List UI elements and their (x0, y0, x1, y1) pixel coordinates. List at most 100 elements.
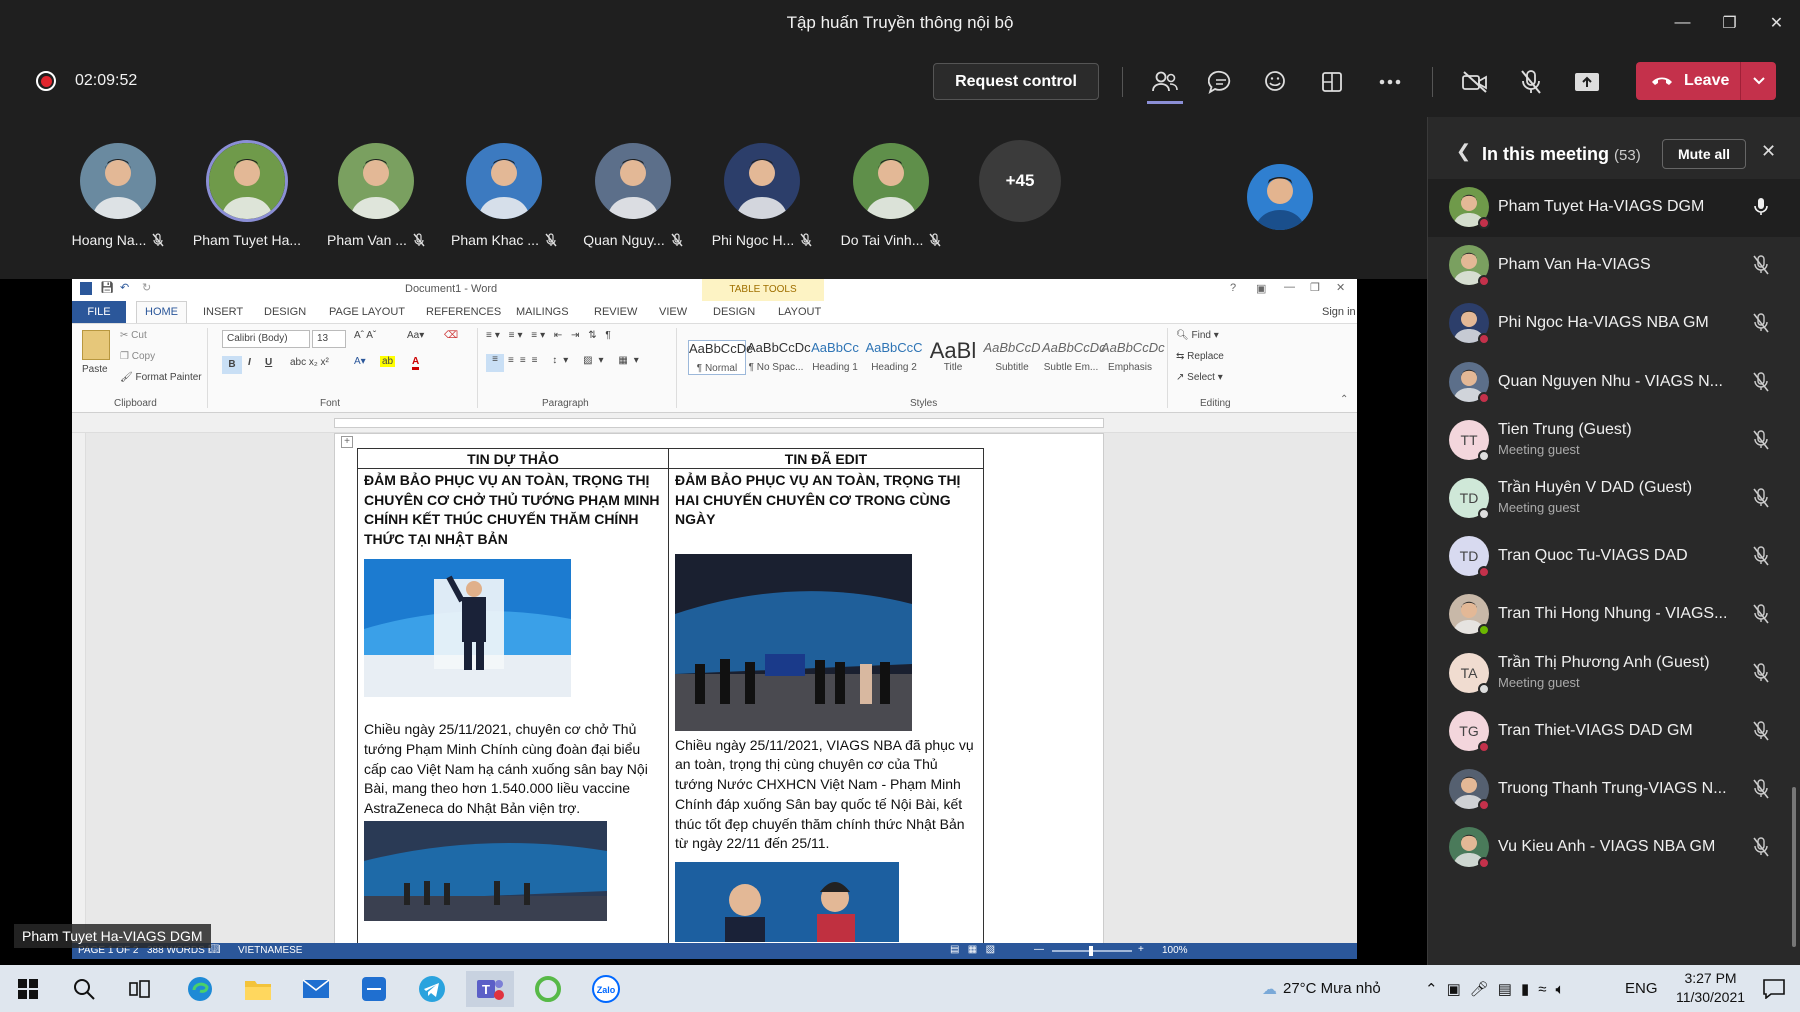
table-move-handle-icon[interactable]: + (341, 436, 353, 448)
zoom-in-icon[interactable]: + (1138, 944, 1144, 955)
underline-button[interactable]: U (265, 357, 272, 368)
people-list-item[interactable]: TD Tran Quoc Tu-VIAGS DAD (1428, 528, 1800, 586)
request-control-button[interactable]: Request control (933, 63, 1099, 100)
style-item[interactable]: AaBl Title (924, 340, 982, 374)
strikethrough-button[interactable]: abc x₂ x² (290, 357, 329, 368)
people-list-item[interactable]: Truong Thanh Trung-VIAGS N... (1428, 761, 1800, 819)
select-button[interactable]: ↗ Select ▾ (1176, 372, 1223, 383)
leave-dropdown-icon[interactable] (1740, 62, 1776, 100)
bold-button[interactable]: B (222, 356, 242, 374)
word-minimize-icon[interactable]: — (1284, 281, 1295, 293)
mail-icon[interactable] (292, 971, 340, 1007)
language[interactable]: VIETNAMESE (238, 945, 302, 956)
participant-tile[interactable]: Hoang Na... (53, 140, 183, 248)
participants-icon[interactable] (1145, 62, 1185, 102)
view-buttons[interactable]: ▤ ▦ ▧ (950, 944, 995, 955)
style-item[interactable]: AaBbCcDc ¶ No Spac... (747, 340, 811, 373)
tab-table-design[interactable]: DESIGN (713, 306, 755, 318)
people-list-item[interactable]: TD Trần Huyên V DAD (Guest) Meeting guest (1428, 470, 1800, 528)
tab-review[interactable]: REVIEW (594, 306, 637, 318)
input-language[interactable]: ENG (1625, 965, 1658, 1012)
text-effects-icon[interactable]: A▾ (354, 356, 366, 367)
mic-off-icon[interactable] (1511, 62, 1551, 102)
more-participants-button[interactable]: +45 (979, 140, 1061, 222)
weather-widget[interactable]: ☁ 27°C Mưa nhỏ (1262, 965, 1381, 1012)
edge-browser-icon[interactable] (176, 971, 224, 1007)
task-view-icon[interactable] (116, 971, 164, 1007)
zoom-level[interactable]: 100% (1162, 945, 1188, 956)
close-window-icon[interactable]: ✕ (1753, 0, 1800, 45)
tab-view[interactable]: VIEW (659, 306, 687, 318)
people-list-item[interactable]: Tran Thi Hong Nhung - VIAGS... (1428, 586, 1800, 644)
save-icon[interactable]: 💾︎ (100, 281, 114, 294)
tab-design[interactable]: DESIGN (264, 306, 306, 318)
participant-tile[interactable]: Pham Khac ... (439, 140, 569, 248)
style-item[interactable]: AaBbCcDc Subtle Em... (1042, 340, 1106, 373)
chat-icon[interactable] (1201, 62, 1241, 102)
participant-tile[interactable]: Quan Nguy... (568, 140, 698, 248)
tab-home[interactable]: HOME (136, 301, 187, 323)
change-case-icon[interactable]: Aa▾ (407, 330, 424, 341)
start-windows-icon[interactable] (4, 971, 52, 1007)
clear-format-icon[interactable]: ⌫ (444, 330, 458, 341)
leave-button[interactable]: Leave (1636, 62, 1776, 100)
tab-table-layout[interactable]: LAYOUT (778, 306, 821, 318)
zoom-out-icon[interactable]: — (1034, 944, 1044, 955)
tab-references[interactable]: REFERENCES (426, 306, 501, 318)
zoom-slider-thumb[interactable] (1089, 946, 1093, 956)
people-list-item[interactable]: TT Tien Trung (Guest) Meeting guest (1428, 412, 1800, 470)
format-painter-button[interactable]: 🖌︎ Format Painter (120, 372, 202, 383)
italic-button[interactable]: I (248, 357, 251, 368)
people-list-item[interactable]: Pham Tuyet Ha-VIAGS DGM (1428, 179, 1800, 237)
align-left-button[interactable]: ≡ (486, 354, 504, 372)
notifications-icon[interactable] (1750, 971, 1798, 1007)
redo-icon[interactable]: ↻ (142, 281, 151, 294)
cut-button[interactable]: ✂ Cut (120, 330, 147, 341)
people-list-scrollbar[interactable] (1792, 787, 1796, 947)
list-buttons[interactable]: ≡▾ ≡▾ ≡▾ ⇤ ⇥ ⇅ ¶ (486, 330, 614, 341)
maximize-icon[interactable]: ❐ (1706, 0, 1753, 45)
minimize-icon[interactable]: — (1659, 0, 1706, 45)
align-buttons[interactable]: ≡≡≡ ↕▾ ▨▾ ▦▾ (508, 355, 645, 366)
more-options-icon[interactable] (1370, 62, 1410, 102)
back-arrow-icon[interactable]: ❮ (1456, 141, 1471, 162)
participant-tile[interactable]: Phi Ngoc H... (697, 140, 827, 248)
style-item[interactable]: AaBbCcC Heading 2 (865, 340, 923, 373)
people-list-item[interactable]: Phi Ngoc Ha-VIAGS NBA GM (1428, 295, 1800, 353)
zalo-icon[interactable]: Zalo (582, 971, 630, 1007)
teams-icon[interactable]: T (466, 971, 514, 1007)
horizontal-ruler[interactable] (72, 413, 1357, 433)
help-icon[interactable]: ? (1230, 282, 1236, 294)
style-item[interactable]: AaBbCcDc ¶ Normal (688, 340, 753, 375)
font-size-select[interactable]: 13 (312, 330, 346, 348)
word-close-icon[interactable]: ✕ (1336, 281, 1345, 294)
find-button[interactable]: 🔍︎ Find ▾ (1176, 330, 1219, 341)
people-list-item[interactable]: Vu Kieu Anh - VIAGS NBA GM (1428, 819, 1800, 877)
tab-insert[interactable]: INSERT (203, 306, 243, 318)
style-item[interactable]: AaBbCcD Subtitle (983, 340, 1041, 373)
undo-icon[interactable]: ↶ (120, 281, 129, 294)
sign-in-link[interactable]: Sign in (1322, 306, 1356, 318)
style-item[interactable]: AaBbCc Heading 1 (806, 340, 864, 373)
close-panel-icon[interactable]: ✕ (1761, 141, 1776, 162)
style-item[interactable]: AaBbCcDc Emphasis (1101, 340, 1165, 373)
paste-label[interactable]: Paste (82, 364, 108, 375)
clock[interactable]: 3:27 PM 11/30/2021 (1676, 969, 1745, 1007)
mute-all-button[interactable]: Mute all (1662, 139, 1746, 169)
people-list-item[interactable]: TG Tran Thiet-VIAGS DAD GM (1428, 703, 1800, 761)
telegram-icon[interactable] (408, 971, 456, 1007)
paste-icon[interactable] (82, 330, 110, 360)
app-icon[interactable] (350, 971, 398, 1007)
collapse-ribbon-icon[interactable]: ⌃ (1340, 394, 1348, 405)
tab-mailings[interactable]: MAILINGS (516, 306, 569, 318)
people-list-item[interactable]: TA Trần Thị Phương Anh (Guest) Meeting gue… (1428, 645, 1800, 703)
ribbon-options-icon[interactable]: ▣ (1256, 282, 1266, 295)
font-color-icon[interactable]: A (412, 356, 420, 370)
participant-tile[interactable]: Pham Tuyet Ha... (182, 140, 312, 248)
tab-page-layout[interactable]: PAGE LAYOUT (329, 306, 405, 318)
people-list-item[interactable]: Quan Nguyen Nhu - VIAGS N... (1428, 354, 1800, 412)
search-icon[interactable] (60, 971, 108, 1007)
font-name-select[interactable]: Calibri (Body) (222, 330, 310, 348)
app-green-icon[interactable] (524, 971, 572, 1007)
word-maximize-icon[interactable]: ❐ (1310, 281, 1320, 294)
